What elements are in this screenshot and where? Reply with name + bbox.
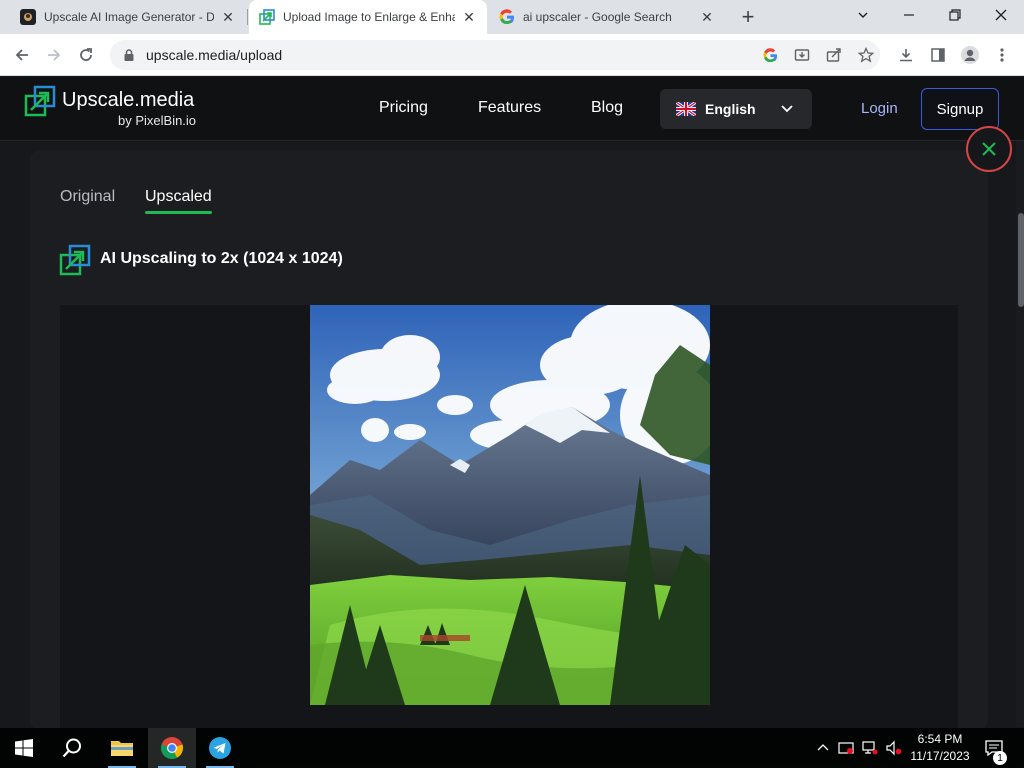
chrome-menu-icon[interactable]	[989, 42, 1015, 68]
nav-blog[interactable]: Blog	[591, 99, 623, 117]
url-text: upscale.media/upload	[146, 47, 283, 63]
browser-tab-3[interactable]: ai upscaler - Google Search ✕	[489, 0, 725, 34]
downloads-icon[interactable]	[893, 42, 919, 68]
tab-title: Upscale AI Image Generator - D	[44, 10, 214, 24]
browser-tab-strip: Upscale AI Image Generator - D ✕ Upload …	[0, 0, 1024, 34]
active-tab-indicator	[145, 211, 212, 214]
upscale-logo-icon[interactable]	[24, 85, 56, 117]
brand-name[interactable]: Upscale.media	[62, 89, 194, 112]
restore-button[interactable]	[932, 0, 978, 30]
browser-tab-2[interactable]: Upload Image to Enlarge & Enha ✕	[249, 0, 487, 34]
chevron-down-icon	[781, 105, 793, 113]
brand-subtitle: by PixelBin.io	[118, 113, 197, 128]
close-icon	[982, 142, 996, 156]
signup-button[interactable]: Signup	[921, 88, 999, 130]
minimize-button[interactable]	[886, 0, 932, 30]
tab-search-icon[interactable]	[840, 0, 886, 30]
search-icon[interactable]	[48, 728, 96, 768]
share-icon[interactable]	[821, 42, 847, 68]
close-tab-icon[interactable]: ✕	[220, 9, 236, 25]
tab-title: ai upscaler - Google Search	[523, 10, 672, 24]
tab-title: Upload Image to Enlarge & Enha	[283, 10, 455, 24]
notification-badge: 1	[993, 751, 1007, 765]
upscale-title: AI Upscaling to 2x (1024 x 1024)	[100, 250, 343, 267]
profile-avatar-icon[interactable]	[957, 42, 983, 68]
network-icon[interactable]	[862, 740, 878, 756]
nav-features[interactable]: Features	[478, 99, 541, 117]
bookmark-star-icon[interactable]	[853, 42, 879, 68]
clock-time: 6:54 PM	[917, 732, 963, 746]
close-tab-icon[interactable]: ✕	[461, 9, 477, 25]
taskbar-clock[interactable]: 6:54 PM 11/17/2023	[904, 731, 976, 765]
google-favicon	[499, 9, 514, 25]
nav-pricing[interactable]: Pricing	[379, 99, 428, 117]
chevron-up-icon[interactable]	[815, 740, 831, 756]
google-lens-icon[interactable]	[757, 42, 783, 68]
close-result-button[interactable]	[966, 126, 1012, 172]
upscale-icon	[59, 244, 91, 276]
file-explorer-icon[interactable]	[98, 728, 146, 768]
browser-tab-1[interactable]: Upscale AI Image Generator - D ✕	[10, 0, 246, 34]
install-app-icon[interactable]	[789, 42, 815, 68]
site-header: Upscale.media by PixelBin.io Pricing Fea…	[0, 77, 1024, 141]
upscale-app-favicon	[20, 9, 36, 25]
lock-icon[interactable]	[122, 48, 136, 62]
new-tab-button[interactable]: +	[735, 4, 761, 30]
language-label: English	[705, 101, 756, 117]
uk-flag-icon	[676, 102, 696, 116]
login-link[interactable]: Login	[861, 100, 898, 117]
windows-start-icon[interactable]	[0, 728, 48, 768]
tab-divider	[247, 9, 248, 25]
scrollbar-thumb[interactable]	[1018, 213, 1024, 307]
close-tab-icon[interactable]: ✕	[699, 9, 715, 25]
clock-date: 11/17/2023	[910, 749, 970, 763]
browser-toolbar: upscale.media/upload	[0, 34, 1024, 76]
chrome-taskbar-icon[interactable]	[148, 728, 196, 768]
back-arrow-icon[interactable]	[9, 42, 35, 68]
upscale-media-favicon	[259, 9, 275, 25]
reload-icon[interactable]	[73, 42, 99, 68]
side-panel-icon[interactable]	[925, 42, 951, 68]
tab-upscaled[interactable]: Upscaled	[145, 188, 212, 206]
language-selector[interactable]: English	[660, 89, 812, 129]
security-tray-icon[interactable]	[838, 740, 854, 756]
volume-muted-icon[interactable]	[886, 740, 902, 756]
close-window-button[interactable]	[978, 0, 1024, 30]
forward-arrow-icon[interactable]	[41, 42, 67, 68]
telegram-icon[interactable]	[196, 728, 244, 768]
windows-taskbar: 6:54 PM 11/17/2023 1	[0, 728, 1024, 768]
upscaled-image	[310, 305, 710, 705]
tab-original[interactable]: Original	[60, 188, 115, 206]
